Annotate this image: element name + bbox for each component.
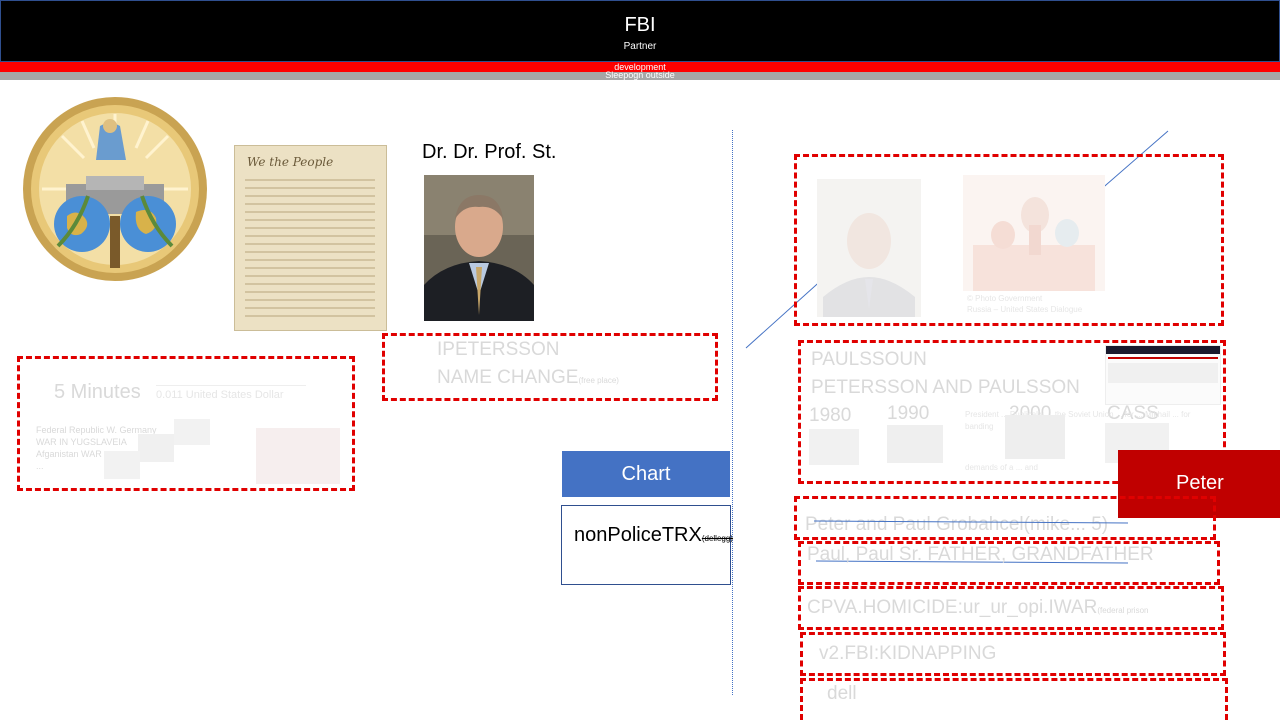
portrait-photo [424, 175, 534, 321]
website-screenshot [1105, 345, 1221, 405]
left-info-card[interactable]: 5 Minutes 0.011 United States Dollar Fed… [17, 356, 355, 491]
thumbnail-image [104, 451, 140, 479]
alias-line-1: IPETERSSON [437, 339, 560, 360]
row-4-text: v2.FBI:KIDNAPPING [819, 643, 997, 664]
svg-text:We the People: We the People [247, 155, 333, 169]
row-3-main: CPVA.HOMICIDE:ur_ur_opi.IWAR [807, 597, 1098, 618]
vertical-divider [732, 130, 733, 695]
card-line-4: ... [36, 461, 44, 471]
photo-panel[interactable]: © Photo Government Russia – United State… [794, 154, 1224, 326]
peter-label: Peter [1176, 472, 1224, 494]
cathedral-image [963, 175, 1105, 291]
history-photo [1005, 415, 1065, 459]
family-line-2: PETERSSON AND PAULSSON [811, 377, 1080, 398]
chart-button[interactable]: Chart [562, 451, 730, 497]
year-1990: 1990 [887, 403, 930, 424]
alias-note: (free place) [578, 376, 619, 385]
history-photo [887, 425, 943, 463]
photo-caption-1: © Photo Government [967, 294, 1043, 303]
alias-card[interactable]: IPETERSSON NAME CHANGE(free place) [382, 333, 718, 401]
website-screenshot-accent [1108, 357, 1218, 359]
row-3-text: CPVA.HOMICIDE:ur_ur_opi.IWAR(federal pri… [807, 597, 1148, 619]
thumbnail-image [138, 434, 174, 462]
row-5-text: dell [827, 683, 857, 704]
alias-name-change: NAME CHANGE [437, 367, 579, 388]
alias-line-2: NAME CHANGE(free place) [437, 367, 619, 389]
nonpolice-note: (dellegg) [701, 534, 733, 543]
history-text: President ... Publically ... the Soviet … [965, 410, 1191, 431]
row-kidnapping[interactable]: v2.FBI:KIDNAPPING [800, 632, 1226, 676]
court-seal-icon [22, 96, 208, 282]
row-dell[interactable]: dell [800, 678, 1228, 720]
page-subtitle: Partner [623, 41, 657, 52]
row-father-grandfather[interactable]: Paul, Paul Sr. FATHER, GRANDFATHER [798, 541, 1220, 585]
card-line-3: Afganistan WAR [36, 449, 102, 459]
thumbnail-image [174, 419, 210, 445]
card-line-2: WAR IN YUGSLAVEIA [36, 437, 127, 447]
row-homicide[interactable]: CPVA.HOMICIDE:ur_ur_opi.IWAR(federal pri… [798, 586, 1224, 630]
leader-portrait-image [817, 179, 921, 317]
nonpolice-trx-label: nonPoliceTRX(dellegg) [574, 524, 733, 547]
row-3-note: (federal prison [1097, 606, 1149, 615]
history-photo [809, 429, 859, 465]
constitution-document-image: We the People [234, 145, 387, 331]
photo-caption-2: Russia – United States Dialogue [967, 305, 1083, 314]
nonpolice-trx-button[interactable]: nonPoliceTRX(dellegg) [561, 505, 733, 585]
profile-name: Dr. Dr. Prof. St. [422, 141, 557, 163]
year-1980: 1980 [809, 405, 852, 426]
row-2-text: Paul, Paul Sr. FATHER, GRANDFATHER [807, 544, 1154, 565]
card-currency: 0.011 United States Dollar [156, 385, 306, 404]
website-screenshot-header [1106, 346, 1220, 354]
page-title: FBI [624, 14, 656, 36]
ribbon-label-sleep: Sleepogn outside [605, 70, 675, 80]
family-line-1: PAULSSOUN [811, 349, 927, 370]
card-heading: 5 Minutes [54, 381, 141, 403]
website-screenshot-body [1108, 363, 1218, 383]
nonpolice-text: nonPoliceTRX [574, 524, 702, 546]
thumbnail-image [256, 428, 340, 484]
